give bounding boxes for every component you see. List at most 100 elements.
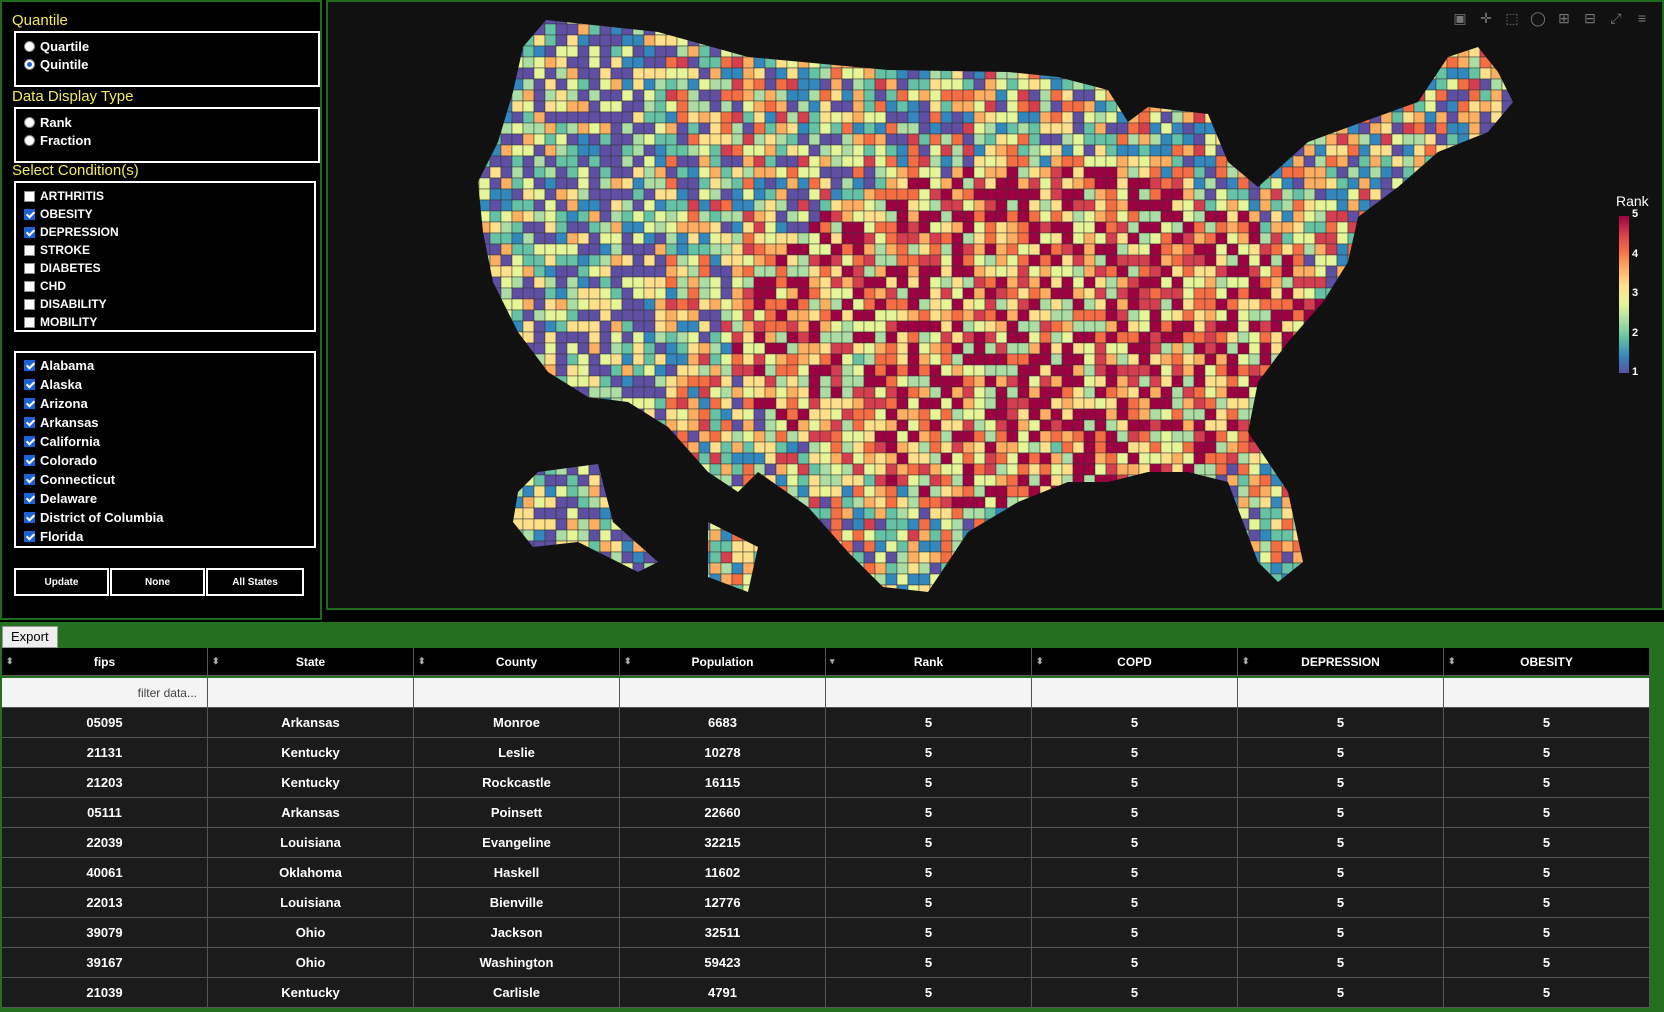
county-region[interactable] [544,474,557,487]
county-region[interactable] [1226,342,1239,355]
county-region[interactable] [896,100,909,113]
county-region[interactable] [1237,309,1250,322]
county-region[interactable] [1259,419,1272,432]
county-region[interactable] [676,78,689,91]
county-region[interactable] [500,452,513,465]
county-region[interactable] [599,133,612,146]
county-region[interactable] [797,331,810,344]
county-region[interactable] [1303,441,1316,454]
county-region[interactable] [577,254,590,267]
county-region[interactable] [1028,199,1041,212]
county-region[interactable] [1105,452,1118,465]
county-region[interactable] [1116,430,1129,443]
county-region[interactable] [478,199,491,212]
county-region[interactable] [973,221,986,234]
county-region[interactable] [1215,474,1228,487]
county-region[interactable] [1072,287,1085,300]
county-region[interactable] [1358,441,1371,454]
county-region[interactable] [863,111,876,124]
county-region[interactable] [1512,23,1524,36]
county-region[interactable] [1501,408,1513,421]
county-region[interactable] [555,210,568,223]
county-region[interactable] [555,287,568,300]
county-region[interactable] [544,551,557,564]
county-region[interactable] [863,276,876,289]
county-region[interactable] [1490,144,1503,157]
county-region[interactable] [1072,133,1085,146]
county-region[interactable] [1479,287,1492,300]
county-region[interactable] [1215,254,1228,267]
county-region[interactable] [687,518,700,531]
county-region[interactable] [511,540,524,553]
county-region[interactable] [1127,419,1140,432]
county-region[interactable] [1039,540,1052,553]
county-region[interactable] [1061,232,1074,245]
county-region[interactable] [1358,353,1371,366]
county-region[interactable] [1435,485,1448,498]
county-region[interactable] [555,386,568,399]
county-region[interactable] [1083,45,1096,58]
county-region[interactable] [687,155,700,168]
county-region[interactable] [808,122,821,135]
county-region[interactable] [1468,232,1481,245]
county-region[interactable] [1226,23,1239,36]
county-region[interactable] [698,518,711,531]
county-region[interactable] [621,45,634,58]
county-region[interactable] [1226,56,1239,69]
county-region[interactable] [1160,232,1173,245]
county-region[interactable] [1303,111,1316,124]
county-region[interactable] [808,89,821,102]
county-region[interactable] [489,122,502,135]
county-region[interactable] [544,34,557,47]
county-region[interactable] [511,529,524,542]
county-region[interactable] [1281,166,1294,179]
county-region[interactable] [1105,232,1118,245]
county-region[interactable] [478,45,491,58]
county-region[interactable] [1050,78,1063,91]
county-region[interactable] [1061,507,1074,520]
county-region[interactable] [1204,298,1217,311]
county-region[interactable] [468,111,480,124]
county-region[interactable] [489,507,502,520]
county-region[interactable] [852,540,865,553]
county-region[interactable] [698,364,711,377]
county-region[interactable] [1182,210,1195,223]
county-region[interactable] [511,166,524,179]
county-region[interactable] [522,13,535,25]
county-region[interactable] [577,474,590,487]
county-region[interactable] [786,67,799,80]
county-region[interactable] [1138,474,1151,487]
county-region[interactable] [566,298,579,311]
county-region[interactable] [588,67,601,80]
county-region[interactable] [1336,89,1349,102]
county-region[interactable] [588,166,601,179]
county-region[interactable] [1050,518,1063,531]
county-region[interactable] [973,210,986,223]
county-region[interactable] [852,287,865,300]
county-region[interactable] [951,485,964,498]
county-region[interactable] [720,254,733,267]
county-region[interactable] [1292,122,1305,135]
county-region[interactable] [1479,419,1492,432]
county-region[interactable] [1314,13,1327,25]
county-region[interactable] [1501,518,1513,531]
county-region[interactable] [863,397,876,410]
county-region[interactable] [588,408,601,421]
county-region[interactable] [918,408,931,421]
county-region[interactable] [1501,364,1513,377]
county-region[interactable] [764,122,777,135]
county-region[interactable] [1215,166,1228,179]
county-region[interactable] [830,287,843,300]
county-region[interactable] [1116,364,1129,377]
county-region[interactable] [1468,100,1481,113]
county-region[interactable] [588,309,601,322]
radio-quartile[interactable]: Quartile [24,39,89,54]
county-region[interactable] [852,122,865,135]
county-region[interactable] [709,309,722,322]
county-region[interactable] [533,100,546,113]
county-region[interactable] [775,452,788,465]
county-region[interactable] [896,111,909,124]
county-region[interactable] [1248,507,1261,520]
county-region[interactable] [654,232,667,245]
county-region[interactable] [621,507,634,520]
